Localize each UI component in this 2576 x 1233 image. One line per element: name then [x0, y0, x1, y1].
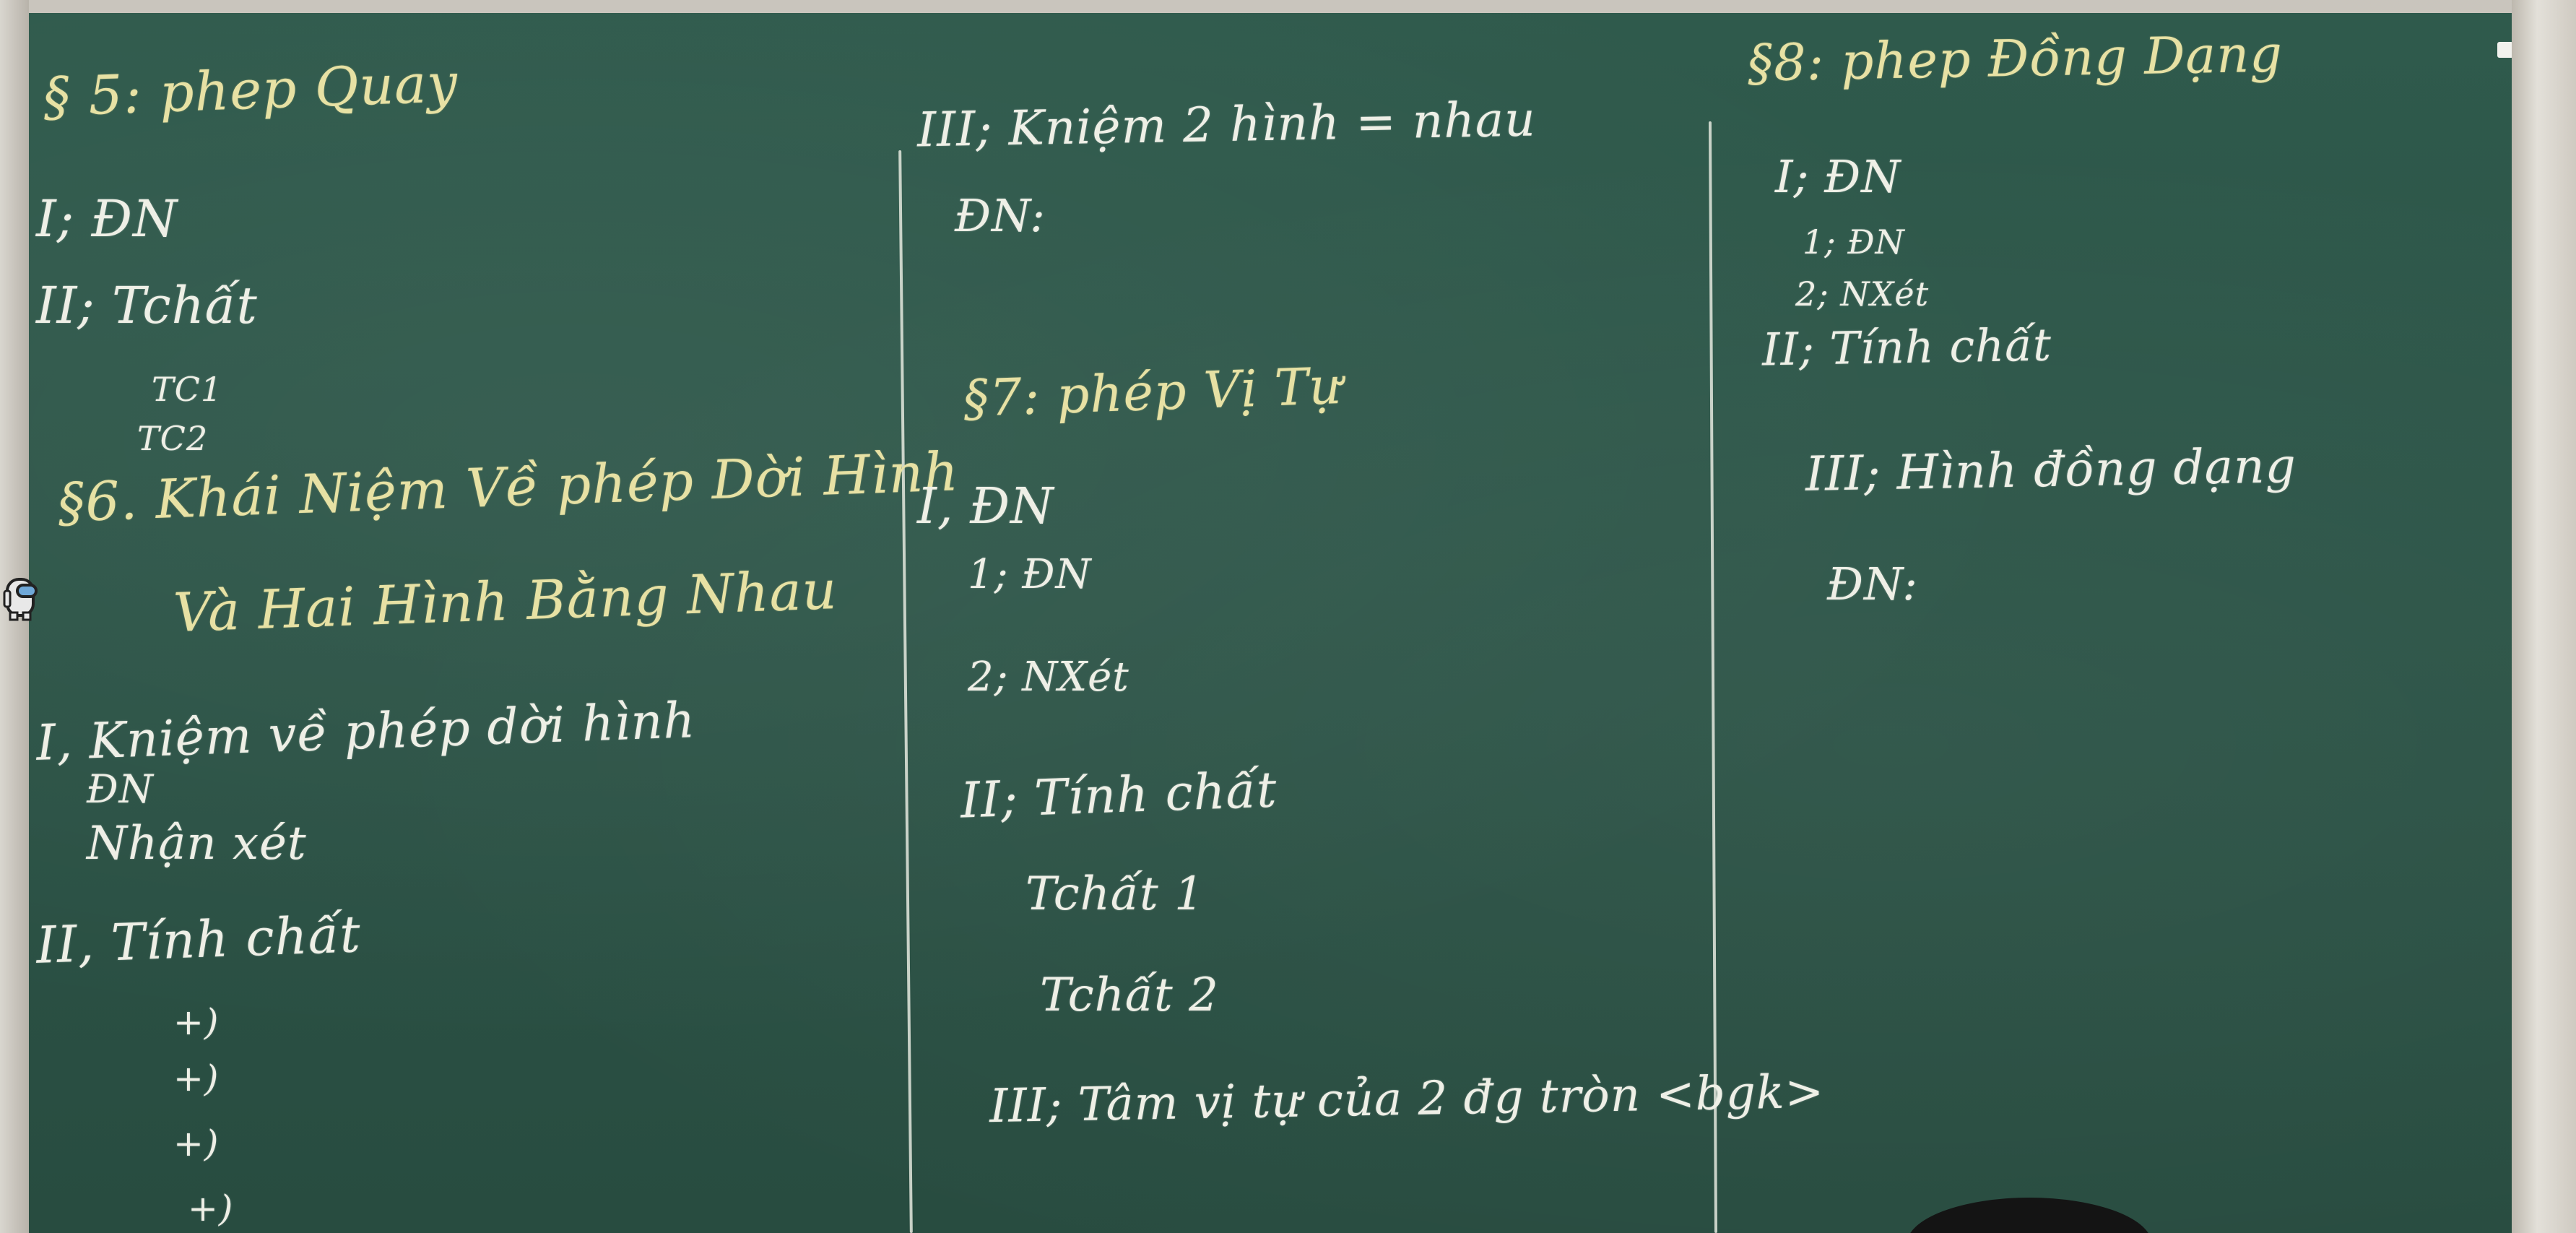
- section-6-properties: II, Tính chất: [35, 904, 362, 975]
- section-7-definition-1: 1; ĐN: [968, 551, 1092, 598]
- bullet-4: +): [188, 1187, 234, 1229]
- section-8-properties: II; Tính chất: [1761, 318, 2052, 376]
- section-5-title: § 5: phep Quay: [42, 52, 459, 129]
- viewer-head-silhouette: [1907, 1198, 2152, 1233]
- section-8-part-iii-definition: ĐN:: [1827, 558, 1918, 610]
- bullet-2: +): [173, 1057, 220, 1099]
- column-divider-right: [1708, 121, 1718, 1233]
- section-5-definition: I; ĐN: [36, 189, 178, 248]
- section-6-part-iii-definition: ĐN:: [955, 189, 1046, 242]
- board-frame-right: [2512, 0, 2576, 1233]
- property-tchat-1: Tchất 1: [1025, 868, 1205, 921]
- property-tchat-2: Tchất 2: [1040, 969, 1219, 1022]
- board-magnet: [2497, 42, 2512, 58]
- section-6-remark: Nhận xét: [87, 817, 307, 870]
- board-frame-top: [0, 0, 2576, 13]
- section-6-subtitle: Và Hai Hình Bằng Nhau: [172, 558, 838, 645]
- section-8-part-iii: III; Hình đồng dạng: [1805, 438, 2297, 502]
- section-7-title: §7: phép Vị Tự: [962, 355, 1343, 429]
- property-tc1: TC1: [152, 370, 223, 409]
- section-7-properties: II; Tính chất: [959, 761, 1278, 830]
- section-6-definition: ĐN: [87, 766, 154, 812]
- section-8-definition: I; ĐN: [1775, 150, 1901, 203]
- section-5-properties: II; Tchất: [36, 276, 258, 335]
- crewmate-icon: [3, 578, 38, 621]
- section-7-definition-2: 2; NXét: [968, 654, 1129, 701]
- section-8-definition-2: 2; NXét: [1795, 274, 1930, 313]
- bullet-1: +): [173, 1001, 220, 1043]
- section-6-part-iii: III; Kniệm 2 hình = nhau: [916, 91, 1537, 158]
- section-7-definition: I, ĐN: [917, 478, 1054, 535]
- section-6-concept: I, Kniệm về phép dời hình: [35, 692, 697, 772]
- chalkboard: § 5: phep Quay I; ĐN II; Tchất TC1 TC2 §…: [29, 13, 2512, 1233]
- section-8-title: §8: phep Đồng Dạng: [1747, 24, 2284, 93]
- section-8-definition-1: 1; ĐN: [1803, 222, 1905, 261]
- section-7-part-iii: III; Tâm vị tự của 2 đg tròn <bgk>: [989, 1065, 1825, 1134]
- bullet-3: +): [173, 1122, 220, 1164]
- property-tc2: TC2: [137, 419, 209, 458]
- column-divider-left: [898, 150, 913, 1233]
